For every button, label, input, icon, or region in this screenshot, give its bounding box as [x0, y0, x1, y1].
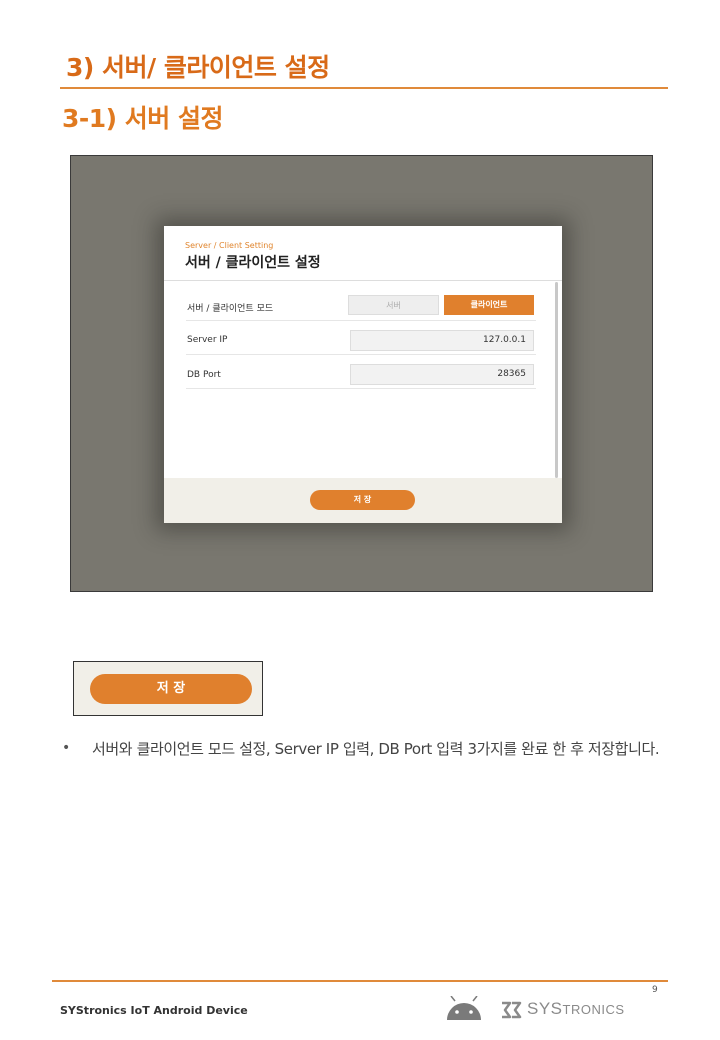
client-mode-button[interactable]: 클라이언트	[444, 295, 534, 315]
logo-text-sys: SYS	[527, 999, 563, 1018]
dialog-subtitle: Server / Client Setting	[185, 241, 274, 250]
db-port-field[interactable]: 28365	[350, 364, 534, 385]
save-button[interactable]: 저 장	[310, 490, 415, 510]
footer-divider	[52, 980, 668, 982]
mode-label: 서버 / 클라이언트 모드	[187, 304, 274, 314]
dialog-header-divider	[164, 280, 562, 281]
dialog-title: 서버 / 클라이언트 설정	[185, 255, 321, 271]
db-port-label: DB Port	[187, 370, 221, 380]
row-divider	[186, 354, 536, 355]
server-mode-button[interactable]: 서버	[348, 295, 439, 315]
server-ip-label: Server IP	[187, 335, 228, 345]
save-button-zoom-panel: 저 장	[73, 661, 263, 716]
section-title: 3) 서버/ 클라이언트 설정	[66, 53, 330, 82]
systronics-logo-icon	[502, 1001, 522, 1019]
scrollbar[interactable]	[555, 282, 558, 478]
save-button-zoomed[interactable]: 저 장	[90, 674, 252, 704]
instruction-text: 서버와 클라이언트 모드 설정, Server IP 입력, DB Port 입…	[92, 740, 660, 758]
row-divider	[186, 320, 536, 321]
bullet-marker: •	[62, 740, 71, 756]
subsection-title: 3-1) 서버 설정	[62, 104, 224, 133]
row-divider	[186, 388, 536, 389]
screenshot-frame: Server / Client Setting 서버 / 클라이언트 설정 서버…	[70, 155, 653, 592]
logo-text-tronics: TRONICS	[562, 1002, 625, 1017]
dialog-footer: 저 장	[164, 478, 562, 523]
systronics-logo-text: SYSTRONICS	[527, 999, 625, 1019]
page-number: 9	[652, 985, 658, 995]
section-divider	[60, 87, 668, 89]
settings-dialog: Server / Client Setting 서버 / 클라이언트 설정 서버…	[164, 226, 562, 523]
server-ip-field[interactable]: 127.0.0.1	[350, 330, 534, 351]
footer-company-line: SYStronics IoT Android Device	[60, 1004, 248, 1017]
android-icon	[447, 996, 481, 1020]
